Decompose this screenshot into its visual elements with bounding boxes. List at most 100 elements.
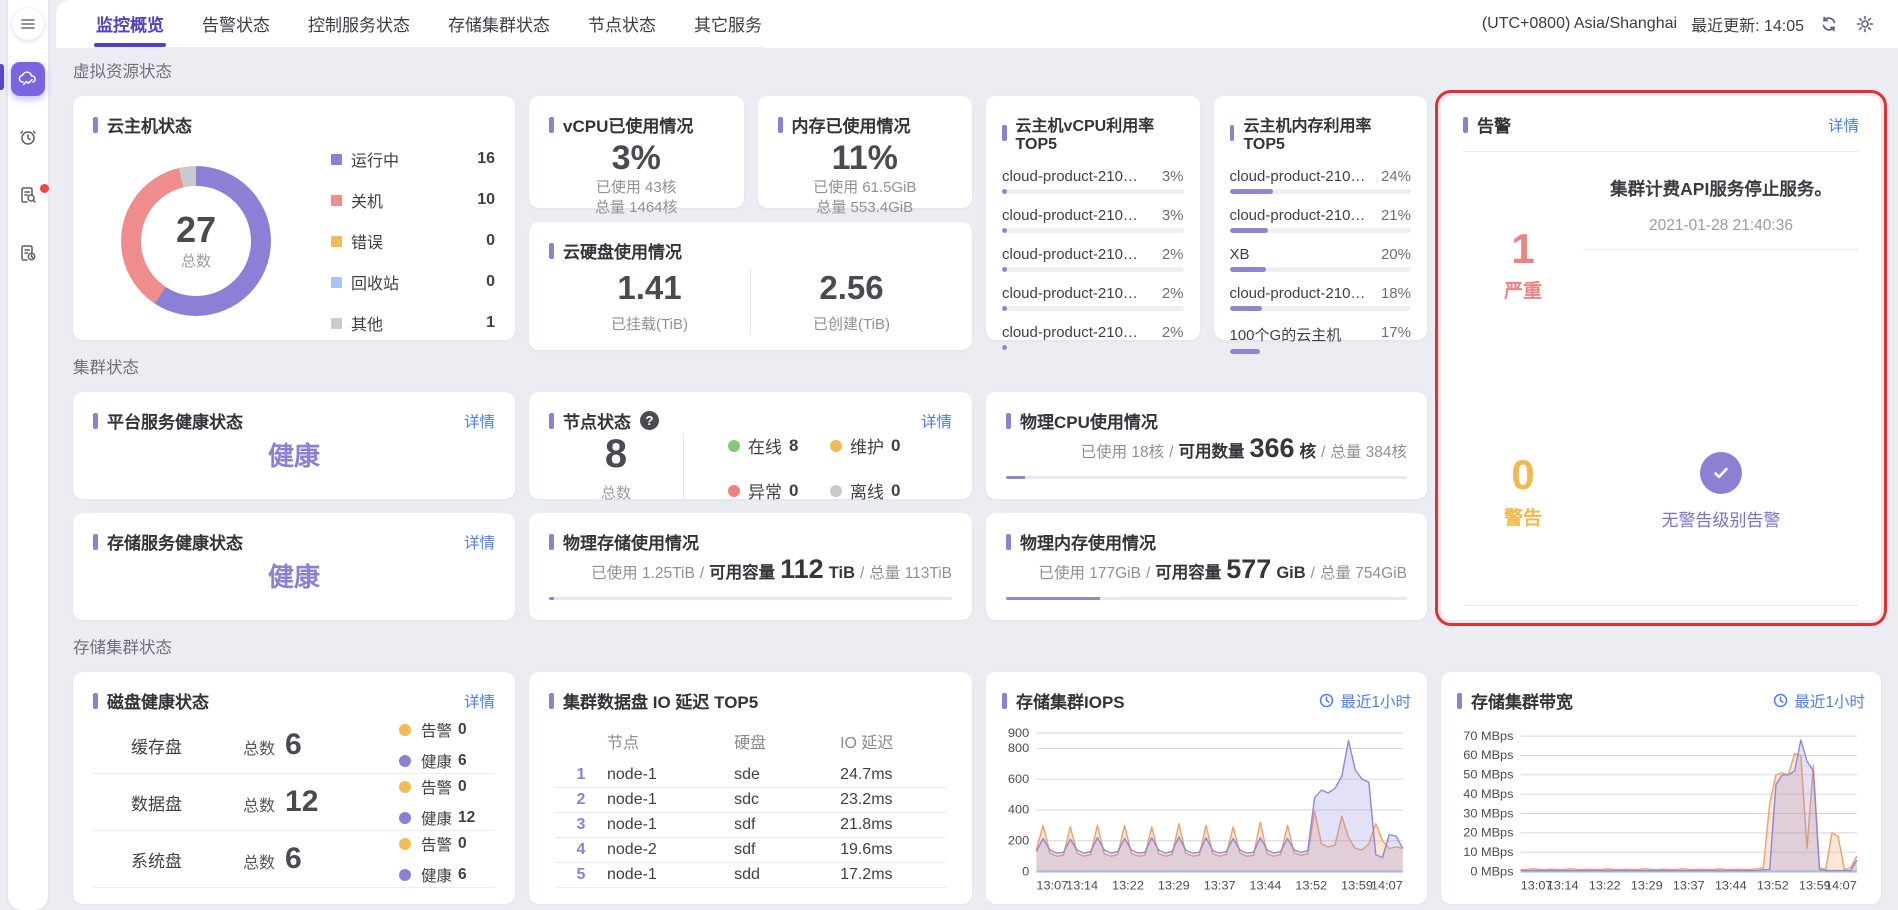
cloud-monitor-icon <box>18 69 38 89</box>
table-row: 1node-1sde24.7ms <box>555 763 946 788</box>
card-title: vCPU已使用情况 <box>549 112 724 137</box>
usage-cards-stack: vCPU已使用情况 3% 已使用 43核 总量 1464核 内存已使用情况 11… <box>529 96 972 340</box>
svg-text:13:07: 13:07 <box>1036 879 1068 892</box>
svg-text:13:44: 13:44 <box>1249 879 1281 892</box>
tab-监控概览[interactable]: 监控概览 <box>94 0 166 47</box>
cloud-disk-usage-card: 云硬盘使用情况 1.41 已挂载(TiB) 2.56 已创建(TiB) <box>529 222 972 350</box>
title-marker <box>549 534 554 550</box>
bandwidth-time-range-link[interactable]: 最近1小时 <box>1773 690 1865 712</box>
vcpu-usage-percent: 3% <box>612 139 661 178</box>
storage-health-card: 存储服务健康状态 详情 健康 <box>73 513 515 620</box>
physical-cpu-progressbar <box>1006 476 1407 479</box>
disk-health-detail-link[interactable]: 详情 <box>464 690 495 712</box>
clock-icon <box>1773 693 1788 708</box>
node-status-card: 节点状态? 详情 8 总数 在线8维护0异常0离线0 <box>529 392 972 499</box>
card-title: 物理存储使用情况 <box>549 529 952 554</box>
title-marker <box>549 243 554 259</box>
memory-used: 已使用 61.5GiB <box>813 178 916 198</box>
alert-detail-link[interactable]: 详情 <box>1828 114 1859 136</box>
check-circle-icon <box>1700 452 1742 494</box>
card-title: 云硬盘使用情况 <box>549 238 952 263</box>
top5-item: cloud-product-2101281...3% <box>1002 168 1184 194</box>
top5-item: 100个G的云主机17% <box>1230 324 1412 354</box>
svg-text:0: 0 <box>1022 865 1029 878</box>
disk-mounted-value: 1.41 <box>617 269 681 307</box>
sidebar-item-alarm[interactable] <box>11 120 45 154</box>
vcpu-top5-list: cloud-product-2101281...3% cloud-product… <box>1002 168 1184 350</box>
alert-message: 集群计费API服务停止服务。 <box>1610 176 1832 201</box>
svg-text:50 MBps: 50 MBps <box>1463 768 1513 781</box>
settings-button[interactable] <box>1854 13 1876 35</box>
card-title: 物理内存使用情况 <box>1006 529 1407 554</box>
tab-其它服务[interactable]: 其它服务 <box>692 0 764 47</box>
warning-count: 0 <box>1511 452 1534 498</box>
card-title: 节点状态? <box>549 408 659 433</box>
iops-chart-card: 存储集群IOPS 最近1小时 020040060080090013:0713:1… <box>986 672 1427 904</box>
table-header: 节点硬盘IO 延迟 <box>555 723 946 763</box>
sidebar-item-report-search[interactable] <box>11 178 45 212</box>
tab-存储集群状态[interactable]: 存储集群状态 <box>446 0 552 47</box>
section-virtual-resources: 虚拟资源状态 <box>73 58 1427 82</box>
top5-item: cloud-product-2101261...2% <box>1002 285 1184 311</box>
sidebar-item-report-history[interactable] <box>11 236 45 270</box>
bandwidth-chart: 0 MBps10 MBps20 MBps30 MBps40 MBps50 MBp… <box>1457 719 1865 896</box>
title-marker <box>93 693 98 709</box>
last-update-label: 最近更新: 14:05 <box>1691 12 1804 36</box>
iops-time-range-link[interactable]: 最近1小时 <box>1319 690 1411 712</box>
top5-item: cloud-product-2101281...18% <box>1230 285 1412 311</box>
platform-health-detail-link[interactable]: 详情 <box>464 410 495 432</box>
warning-label: 警告 <box>1504 503 1542 530</box>
title-marker <box>549 693 554 709</box>
vm-status-card: 云主机状态 27 总数 运行中16关机10错误0回收站0其他1 <box>73 96 515 340</box>
title-marker <box>549 413 554 429</box>
sidebar-item-monitor-overview[interactable] <box>11 62 45 96</box>
top5-item: XB20% <box>1230 246 1412 272</box>
tab-节点状态[interactable]: 节点状态 <box>586 0 658 47</box>
top5-item: cloud-product-2101281...2% <box>1002 246 1184 272</box>
gear-icon <box>1856 15 1874 33</box>
title-marker <box>1457 693 1462 709</box>
refresh-button[interactable] <box>1818 13 1840 35</box>
svg-text:13:44: 13:44 <box>1715 879 1747 892</box>
physical-storage-progressbar <box>549 597 952 600</box>
memory-top5-list: cloud-product-2101281...24% cloud-produc… <box>1230 168 1412 354</box>
disk-created-value: 2.56 <box>819 269 883 307</box>
tab-控制服务状态[interactable]: 控制服务状态 <box>306 0 412 47</box>
svg-text:30 MBps: 30 MBps <box>1463 807 1513 820</box>
disk-health-row-数据盘: 数据盘 总数12 告警0 健康12 <box>93 774 495 831</box>
top-tabs: 监控概览告警状态控制服务状态存储集群状态节点状态其它服务 <box>94 0 764 48</box>
table-row: 4node-2sdf19.6ms <box>555 838 946 863</box>
disk-health-card: 磁盘健康状态 详情 缓存盘 总数6 告警0 健康6 数据盘 总数12 告警0 健… <box>73 672 515 904</box>
node-total-count: 8 <box>605 434 627 474</box>
svg-text:13:52: 13:52 <box>1295 879 1327 892</box>
disk-health-rows: 缓存盘 总数6 告警0 健康6 数据盘 总数12 告警0 健康12 系统盘 总数… <box>93 717 495 888</box>
tab-告警状态[interactable]: 告警状态 <box>200 0 272 47</box>
help-icon[interactable]: ? <box>640 411 659 430</box>
svg-text:13:29: 13:29 <box>1631 879 1663 892</box>
vm-status-donut-chart: 27 总数 <box>121 166 271 316</box>
hamburger-icon <box>21 18 35 30</box>
physical-cpu-card: 物理CPU使用情况 已使用 18核/ 可用数量 366 核/ 总量 384核 <box>986 392 1427 499</box>
vcpu-total: 总量 1464核 <box>595 198 678 218</box>
card-title: 平台服务健康状态 <box>93 408 243 433</box>
node-status-离线: 离线0 <box>830 478 932 503</box>
svg-text:600: 600 <box>1008 772 1029 785</box>
svg-text:900: 900 <box>1008 726 1029 739</box>
card-title: 告警 <box>1463 112 1511 137</box>
collapse-menu-button[interactable] <box>12 8 44 40</box>
vcpu-top5-card: 云主机vCPU利用率 TOP5 cloud-product-2101281...… <box>986 96 1200 340</box>
node-status-detail-link[interactable]: 详情 <box>921 410 952 432</box>
table-row: 5node-1sdd17.2ms <box>555 863 946 888</box>
physical-memory-card: 物理内存使用情况 已使用 177GiB/ 可用容量 577 GiB/ 总量 75… <box>986 513 1427 620</box>
refresh-icon <box>1820 15 1838 33</box>
critical-count: 1 <box>1511 226 1534 272</box>
node-status-legend: 在线8维护0异常0离线0 <box>684 433 952 503</box>
svg-text:13:22: 13:22 <box>1589 879 1621 892</box>
title-marker <box>93 413 98 429</box>
document-clock-icon <box>18 243 38 263</box>
title-marker <box>1463 117 1468 133</box>
storage-health-detail-link[interactable]: 详情 <box>464 531 495 553</box>
title-marker <box>93 534 98 550</box>
disk-mounted-label: 已挂载(TiB) <box>611 313 688 334</box>
legend-item-关机: 关机10 <box>331 188 495 212</box>
